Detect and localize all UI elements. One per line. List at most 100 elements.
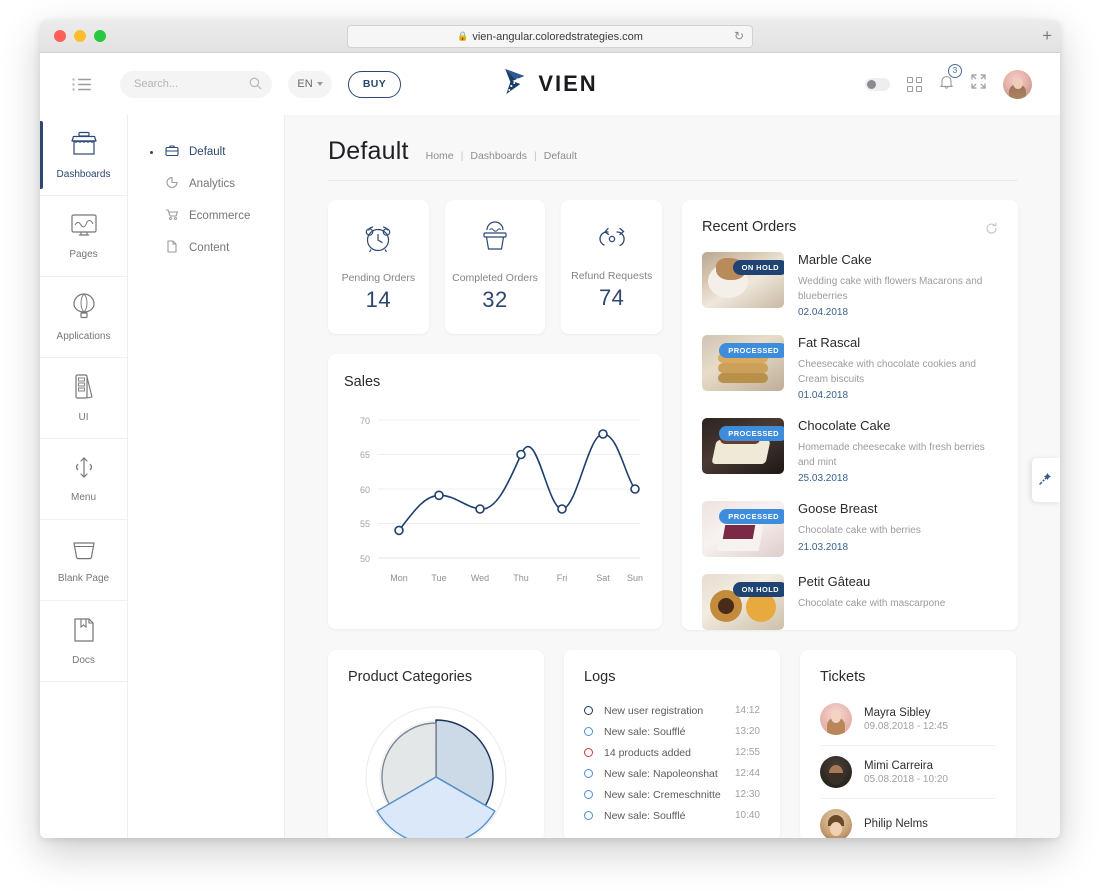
sidebar-item-blank-page[interactable]: Blank Page	[40, 520, 127, 601]
log-text: New user registration	[604, 704, 704, 717]
monitor-icon	[70, 213, 98, 242]
language-label: EN	[297, 78, 313, 90]
stat-value: 32	[482, 287, 508, 312]
new-tab-button[interactable]: +	[1042, 27, 1052, 44]
svg-text:Sun: Sun	[627, 573, 643, 583]
log-text: New sale: Soufflé	[604, 725, 686, 738]
reload-icon[interactable]: ↻	[734, 29, 744, 43]
submenu-item-ecommerce[interactable]: Ecommerce	[128, 200, 284, 232]
log-item[interactable]: New sale: Napoleonshat 12:44	[584, 763, 760, 784]
breadcrumb-home[interactable]: Home	[426, 150, 454, 162]
refresh-icon[interactable]	[985, 222, 998, 240]
log-item[interactable]: 14 products added 12:55	[584, 742, 760, 763]
address-bar[interactable]: 🔒 vien-angular.coloredstrategies.com ↻	[347, 25, 753, 48]
stats-row: Pending Orders 14 Completed Orders 32 Re…	[328, 200, 663, 334]
hamburger-menu-icon[interactable]	[72, 77, 92, 91]
theme-settings-tab[interactable]	[1032, 458, 1060, 502]
order-item[interactable]: ON HOLD Marble Cake Wedding cake with fl…	[702, 252, 998, 318]
order-date: 21.03.2018	[798, 541, 849, 553]
submenu-item-content[interactable]: Content	[128, 232, 284, 264]
log-text: New sale: Soufflé	[604, 809, 686, 822]
order-info: Marble Cake Wedding cake with flowers Ma…	[798, 252, 998, 318]
sales-line-chart[interactable]: 70 65 60 55 50 Mon Tue Wed Thu Fri Sat S…	[344, 406, 646, 611]
stat-card-completed-orders[interactable]: Completed Orders 32	[444, 200, 546, 334]
sidebar-item-label: Pages	[69, 248, 98, 260]
cart-icon	[165, 208, 179, 224]
breadcrumb-separator: |	[460, 150, 464, 162]
search-input[interactable]	[134, 78, 242, 90]
minimize-window-button[interactable]	[74, 30, 86, 42]
sidebar-item-dashboards[interactable]: Dashboards	[40, 115, 127, 196]
stat-card-refund-requests[interactable]: Refund Requests 74	[561, 200, 663, 334]
refund-arrows-icon	[594, 223, 630, 258]
order-item[interactable]: PROCESSED Goose Breast Chocolate cake wi…	[702, 501, 998, 557]
language-selector[interactable]: EN	[288, 70, 332, 98]
app-logo[interactable]: VIEN	[502, 67, 597, 101]
order-status-badge: PROCESSED	[719, 343, 784, 358]
svg-text:60: 60	[360, 485, 370, 495]
log-item[interactable]: New user registration 14:12	[584, 700, 760, 721]
search-box[interactable]	[120, 70, 272, 98]
order-item[interactable]: PROCESSED Chocolate Cake Homemade cheese…	[702, 418, 998, 484]
header-divider	[328, 180, 1018, 181]
tickets-list: Mayra Sibley 09.08.2018 - 12:45 Mimi Car…	[820, 693, 996, 838]
log-text: New sale: Cremeschnitte	[604, 788, 721, 801]
log-item[interactable]: New sale: Soufflé 10:40	[584, 805, 760, 826]
grid-apps-icon[interactable]	[907, 76, 922, 92]
ticket-item[interactable]: Philip Nelms	[820, 798, 996, 838]
svg-text:50: 50	[360, 554, 370, 564]
user-avatar[interactable]	[1003, 69, 1032, 99]
ticket-item[interactable]: Mimi Carreira 05.08.2018 - 10:20	[820, 745, 996, 798]
order-item[interactable]: PROCESSED Fat Rascal Cheesecake with cho…	[702, 335, 998, 401]
fullscreen-icon[interactable]	[971, 74, 986, 94]
log-status-dot	[584, 769, 593, 778]
order-name: Fat Rascal	[798, 335, 861, 350]
sidebar-item-menu[interactable]: Menu	[40, 439, 127, 520]
window-controls	[54, 30, 106, 42]
order-info: Chocolate Cake Homemade cheesecake with …	[798, 418, 998, 484]
bottom-row: Product Categories Logs New user registr…	[328, 650, 1018, 838]
order-item[interactable]: ON HOLD Petit Gâteau Chocolate cake with…	[702, 574, 998, 630]
arrows-icon	[72, 455, 96, 485]
magic-wand-icon	[1038, 470, 1054, 491]
log-item[interactable]: New sale: Soufflé 13:20	[584, 721, 760, 742]
submenu-item-analytics[interactable]: Analytics	[128, 168, 284, 200]
stat-card-pending-orders[interactable]: Pending Orders 14	[328, 200, 429, 334]
sidebar-item-applications[interactable]: Applications	[40, 277, 127, 358]
breadcrumb-dashboards[interactable]: Dashboards	[470, 150, 527, 162]
submenu-item-label: Default	[189, 146, 226, 158]
notifications-button[interactable]: 3	[939, 63, 962, 95]
stat-value: 74	[598, 285, 625, 310]
app-body: Dashboards Pages Applications UI Menu Bl…	[40, 115, 1060, 838]
berry-cake-photo: PROCESSED	[702, 501, 784, 557]
close-window-button[interactable]	[54, 30, 66, 42]
log-text: New sale: Napoleonshat	[604, 767, 718, 780]
submenu-item-default[interactable]: Default	[128, 136, 284, 168]
petit-gateau-photo: ON HOLD	[702, 574, 784, 630]
svg-text:Tue: Tue	[431, 573, 446, 583]
order-info: Petit Gâteau Chocolate cake with mascarp…	[798, 574, 998, 630]
main-content: Default Home | Dashboards | Default Pend…	[285, 115, 1060, 838]
breadcrumb-default[interactable]: Default	[544, 150, 577, 162]
product-categories-title: Product Categories	[348, 669, 473, 685]
sidebar-item-ui[interactable]: UI	[40, 358, 127, 439]
polar-area-chart[interactable]	[348, 695, 524, 838]
dark-mode-toggle[interactable]	[865, 77, 890, 91]
order-date: 25.03.2018	[798, 473, 849, 484]
log-item[interactable]: New sale: Cremeschnitte 12:30	[584, 784, 760, 805]
browser-window: 🔒 vien-angular.coloredstrategies.com ↻ +	[40, 20, 1060, 838]
sidebar-item-docs[interactable]: Docs	[40, 601, 127, 682]
buy-button[interactable]: BUY	[348, 70, 401, 98]
pancakes-photo: PROCESSED	[702, 335, 784, 391]
maximize-window-button[interactable]	[94, 30, 106, 42]
briefcase-icon	[165, 144, 179, 160]
ticket-item[interactable]: Mayra Sibley 09.08.2018 - 12:45	[820, 693, 996, 745]
marble-cake-photo: ON HOLD	[702, 252, 784, 308]
sidebar-item-pages[interactable]: Pages	[40, 196, 127, 277]
svg-text:55: 55	[360, 519, 370, 529]
search-icon[interactable]	[249, 77, 262, 95]
log-status-dot	[584, 748, 593, 757]
order-name: Petit Gâteau	[798, 574, 871, 589]
order-description: Wedding cake with flowers Macarons and b…	[798, 276, 983, 302]
navbar-actions: 3	[865, 63, 1032, 99]
